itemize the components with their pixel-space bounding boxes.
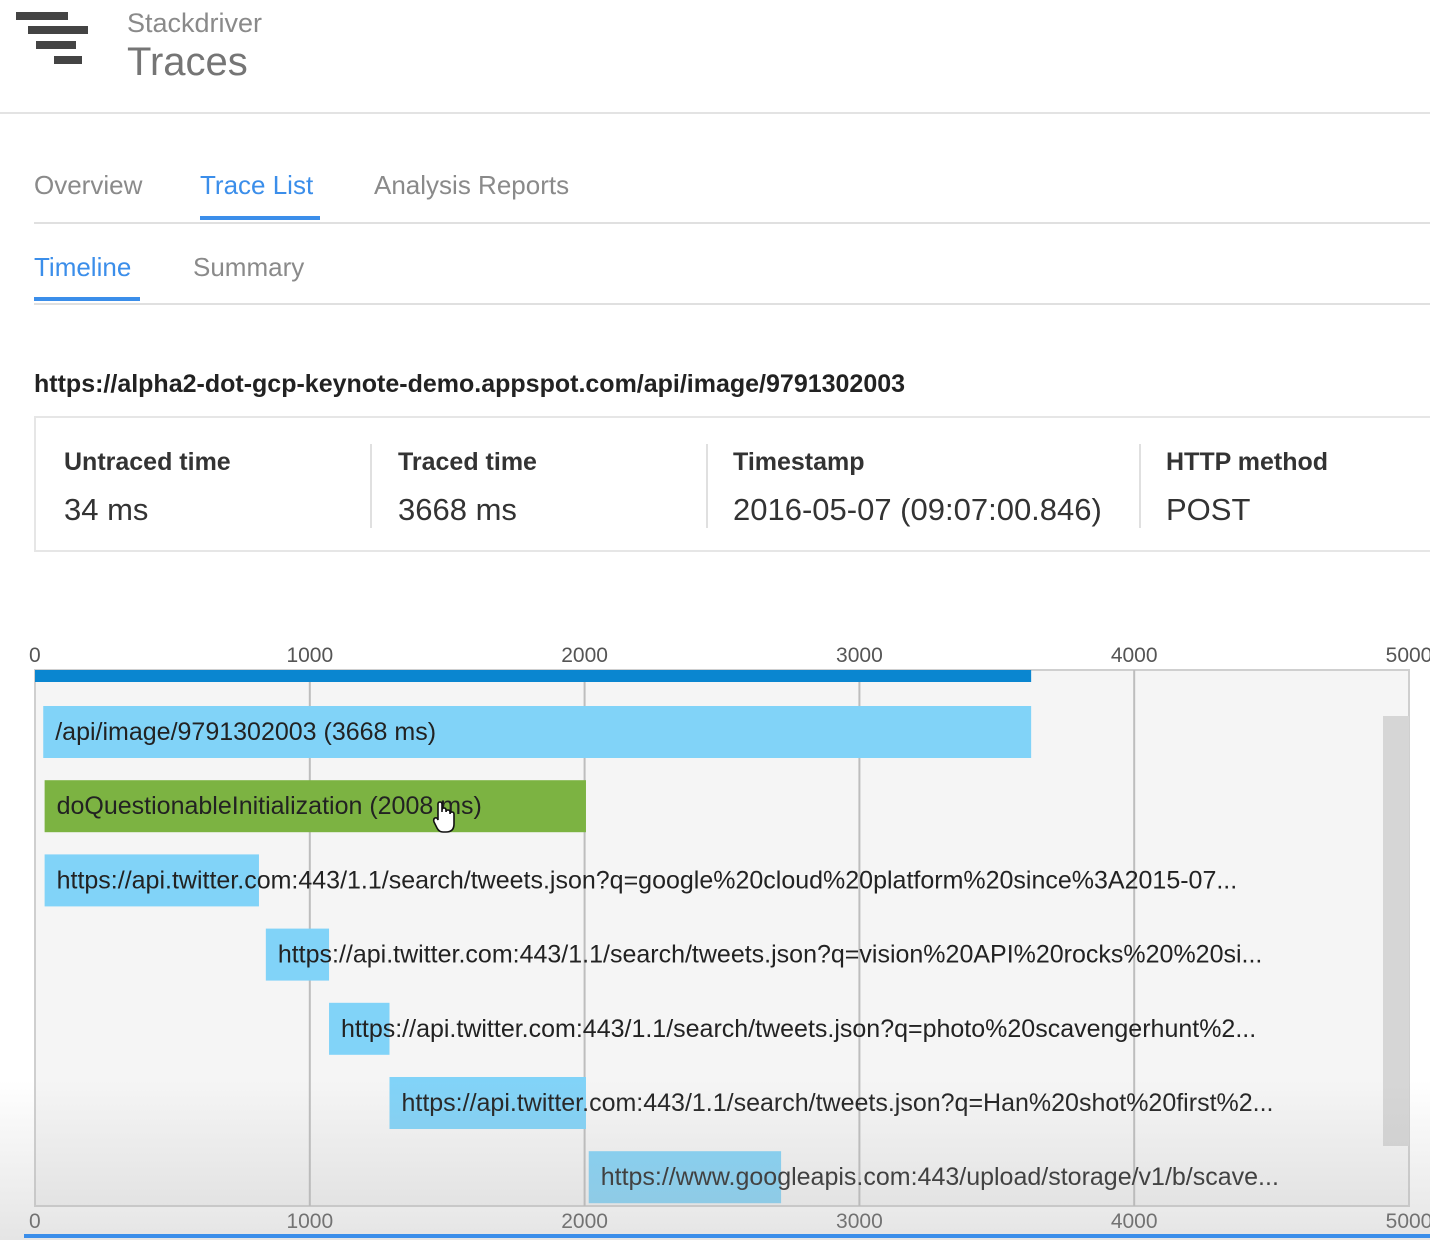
stat-divider [1139, 444, 1141, 528]
view-tabs: Timeline Summary [34, 242, 1430, 305]
x-tick-label: 5000 [1386, 644, 1430, 667]
x-tick-label: 4000 [1111, 1210, 1158, 1233]
stat-value: POST [1166, 492, 1251, 527]
trace-stats-card: Untraced time 34 ms Traced time 3668 ms … [34, 416, 1430, 552]
tab-overview[interactable]: Overview [34, 170, 142, 201]
x-tick-label: 3000 [836, 1210, 883, 1233]
traces-menu-icon[interactable] [14, 12, 90, 72]
x-tick-label: 4000 [1111, 644, 1158, 667]
bottom-accent-line [24, 1234, 1430, 1238]
span-label: /api/image/9791302003 (3668 ms) [55, 718, 436, 746]
stat-divider [370, 444, 372, 528]
trace-timeline-chart: /api/image/9791302003 (3668 ms) doQuestio… [29, 644, 1430, 1233]
x-tick-label: 1000 [286, 644, 333, 667]
span-label: https://api.twitter.com:443/1.1/search/t… [278, 941, 1263, 969]
overall-trace-bar[interactable] [35, 670, 1032, 682]
stat-label: Untraced time [64, 448, 231, 476]
x-tick-label: 5000 [1386, 1210, 1430, 1233]
tab-summary[interactable]: Summary [193, 252, 304, 283]
stat-divider [706, 444, 708, 528]
trace-url: https://alpha2-dot-gcp-keynote-demo.apps… [34, 370, 906, 398]
stat-value: 34 ms [64, 492, 149, 527]
x-tick-label: 2000 [561, 1210, 608, 1233]
span-label: https://www.googleapis.com:443/upload/st… [601, 1163, 1279, 1191]
tab-timeline[interactable]: Timeline [34, 252, 131, 283]
tab-trace-list[interactable]: Trace List [200, 170, 313, 201]
active-tab-indicator [200, 216, 320, 220]
span-label: https://api.twitter.com:443/1.1/search/t… [401, 1089, 1273, 1117]
span-label: https://api.twitter.com:443/1.1/search/t… [57, 866, 1238, 894]
stat-value: 3668 ms [398, 492, 517, 527]
stat-label: Traced time [398, 448, 537, 476]
primary-tabs: Overview Trace List Analysis Reports [34, 160, 1430, 224]
stat-label: Timestamp [733, 448, 865, 476]
page-title: Traces [127, 40, 248, 84]
product-name: Stackdriver [127, 8, 263, 38]
stat-label: HTTP method [1166, 448, 1329, 476]
x-tick-label: 1000 [286, 1210, 333, 1233]
span-label: doQuestionableInitialization (2008 ms) [57, 792, 482, 820]
tab-analysis-reports[interactable]: Analysis Reports [374, 170, 569, 201]
stat-value: 2016-05-07 (09:07:00.846) [733, 492, 1102, 527]
x-tick-label: 0 [29, 1210, 41, 1233]
x-tick-label: 3000 [836, 644, 883, 667]
active-subtab-indicator [34, 297, 140, 301]
app-header: Stackdriver Traces [0, 0, 1430, 114]
scrollbar-thumb[interactable] [1383, 716, 1409, 1146]
span-label: https://api.twitter.com:443/1.1/search/t… [341, 1015, 1256, 1043]
x-tick-label: 2000 [561, 644, 608, 667]
x-tick-label: 0 [29, 644, 41, 667]
